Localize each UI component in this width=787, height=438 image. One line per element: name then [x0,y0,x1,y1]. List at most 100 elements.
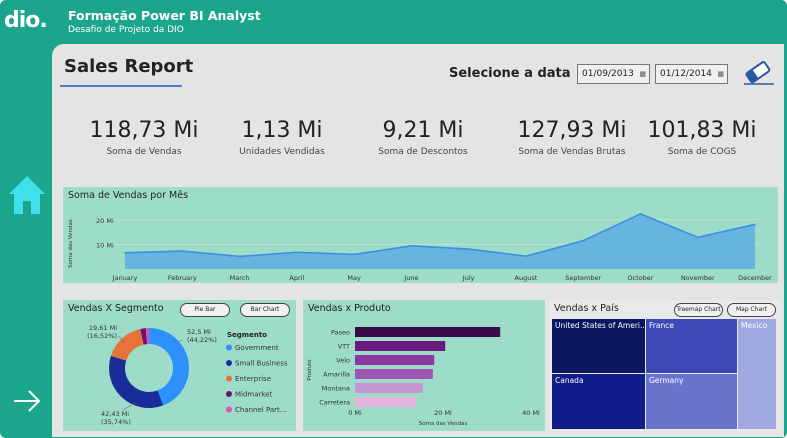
y-tick-label: VTT [338,343,350,351]
y-tick-label: Carretera [319,399,350,407]
data-point [296,251,298,254]
legend-marker [226,344,232,351]
segment-donut-chart: 52,5 Mi(44,22%) 19,61 Mi(16,52%) 42,43 Mi(… [87,324,288,426]
x-tick-label: 40 Mi [522,409,540,417]
product-bar [355,341,446,351]
pie-bar-button[interactable]: Pie Bar [180,303,230,317]
product-bar [355,397,416,407]
legend-entry: Small Business [235,360,288,368]
eraser-icon[interactable] [742,58,776,86]
data-point [696,236,699,239]
country-panel: Vendas x País Treemap Chart Map Chart Un… [549,300,781,431]
date-end-input[interactable]: 01/12/2014 ▦ [655,64,728,84]
calendar-icon: ▦ [717,70,724,78]
monthly-sales-chart: 10 Mi 20 Mi Soma das Vendas January February… [68,212,772,282]
x-tick-label: 20 Mi [434,409,452,417]
y-tick-label: Montana [322,385,350,393]
product-bar-chart: Paseo VTT Velo Amarilla Montana Carretera 0 Mi… [307,327,540,427]
x-tick-label: 0 Mi [348,409,362,417]
kpi-unidades-vendidas: 1,13 Mi Unidades Vendidas [224,118,340,157]
legend-marker [226,391,232,397]
data-point [582,239,584,242]
treemap-cell[interactable]: Mexico [738,319,776,429]
date-start-value: 01/09/2013 [582,69,634,79]
y-tick-label: Velo [336,357,350,365]
legend-marker [226,375,232,382]
sidebar [0,44,52,438]
dio-logo: dio. [4,8,48,33]
title-underline [60,85,182,87]
kpi-soma-vendas: 118,73 Mi Soma de Vendas [86,118,202,157]
y-tick-label: Paseo [331,329,350,337]
calendar-icon: ▦ [639,70,646,78]
product-bar [355,327,501,337]
bar-chart-button[interactable]: Bar Chart [240,303,290,317]
treemap-cell[interactable]: Germany [646,374,737,429]
treemap-cell[interactable]: Canada [552,374,645,429]
data-point [754,223,756,226]
data-point [238,255,241,258]
x-axis-label: Soma das Vendas [419,421,468,427]
kpi-soma-vendas-brutas: 127,93 Mi Soma de Vendas Brutas [506,118,638,157]
data-point [639,213,642,215]
product-bar [355,369,433,379]
date-end-value: 01/12/2014 [660,69,712,79]
data-point [353,253,355,256]
legend-entry: Enterprise [235,375,271,383]
home-icon[interactable] [7,174,47,216]
x-tick-label: June [403,274,418,282]
kpi-value: 118,73 Mi [89,118,199,143]
y-tick-label: 10 Mi [96,241,114,249]
product-bar [355,383,423,393]
x-tick-label: September [565,274,601,282]
data-point [124,251,126,254]
slice-value-label: 52,5 Mi [187,328,211,336]
data-point [181,250,184,252]
segment-title: Vendas X Segmento [68,303,164,314]
kpi-soma-descontos: 9,21 Mi Soma de Descontos [365,118,481,157]
kpi-value: 127,93 Mi [517,118,627,143]
app-frame: dio. Formação Power BI Analyst Desafio d… [0,0,787,438]
x-tick-label: January [112,274,138,282]
report-title: Sales Report [64,56,194,77]
slice-pct-label: (16,52%) [87,332,117,340]
kpi-label: Soma de COGS [667,147,737,157]
y-tick-label: Amarilla [323,371,350,379]
x-tick-label: May [347,274,361,282]
legend-marker [226,406,232,413]
x-tick-label: August [515,274,538,282]
date-start-input[interactable]: 01/09/2013 ▦ [577,64,650,84]
legend-entry: Government [235,344,279,352]
kpi-label: Unidades Vendidas [239,147,325,157]
app-title: Formação Power BI Analyst [68,8,261,23]
data-point [525,255,527,257]
x-tick-label: October [627,274,653,282]
kpi-label: Soma de Descontos [378,147,468,157]
slice-value-label: 42,43 Mi [101,410,129,418]
slice-pct-label: (35,74%) [101,418,131,426]
slice-value-label: 19,61 Mi [89,324,117,332]
slice-pct-label: (44,22%) [187,336,217,344]
y-axis-label: Produto [307,359,313,381]
data-point [410,245,413,247]
x-tick-label: April [289,274,304,282]
monthly-sales-title: Soma de Vendas por Mês [68,190,189,201]
treemap-chart-button[interactable]: Treemap Chart [674,303,723,317]
x-tick-label: March [230,274,250,282]
kpi-soma-cogs: 101,83 Mi Soma de COGS [642,118,762,157]
y-tick-label: 20 Mi [96,217,114,225]
legend-title: Segmento [227,331,267,339]
x-tick-label: November [681,274,715,282]
product-bar [355,355,435,365]
report-canvas: Sales Report Selecione a data 01/09/2013… [52,44,784,437]
treemap-cell[interactable]: France [646,319,737,373]
kpi-label: Soma de Vendas [106,147,182,157]
treemap-cell[interactable]: United States of Ameri... [552,319,645,373]
product-panel: Paseo VTT Velo Amarilla Montana Carretera 0 Mi… [303,300,545,431]
kpi-value: 9,21 Mi [382,118,464,143]
arrow-right-icon[interactable] [12,389,42,413]
kpi-label: Soma de Vendas Brutas [518,147,626,157]
map-chart-button[interactable]: Map Chart [727,303,776,317]
country-title: Vendas x País [554,303,619,314]
x-tick-label: February [168,274,197,282]
